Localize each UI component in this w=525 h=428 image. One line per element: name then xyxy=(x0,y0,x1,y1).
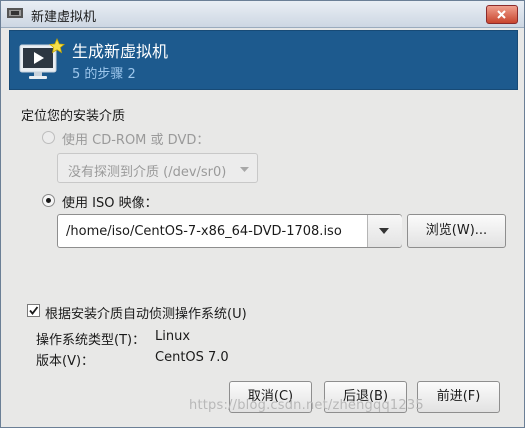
forward-button[interactable]: 前进(F) xyxy=(417,381,500,413)
checkmark-icon xyxy=(29,306,39,315)
chevron-down-icon xyxy=(379,228,389,234)
new-vm-dialog: 新建虚拟机 生成新虚拟机 5 的步骤 2 定位您的安装介质 使用 CD-ROM … xyxy=(0,0,525,428)
wizard-banner: 生成新虚拟机 5 的步骤 2 xyxy=(9,30,518,90)
close-icon xyxy=(497,10,506,19)
os-version-value: CentOS 7.0 xyxy=(155,350,229,365)
cdrom-device-select[interactable]: 没有探测到介质 (/dev/sr0) xyxy=(57,153,258,183)
cdrom-radio-label: 使用 CD-ROM 或 DVD： xyxy=(62,133,210,148)
browse-button[interactable]: 浏览(W)... xyxy=(407,214,506,248)
auto-detect-label: 根据安装介质自动侦测操作系统(U) xyxy=(45,307,247,322)
cdrom-radio[interactable] xyxy=(42,131,55,144)
iso-path-field[interactable]: /home/iso/CentOS-7-x86_64-DVD-1708.iso xyxy=(66,224,342,239)
cdrom-device-value: 没有探测到介质 (/dev/sr0) xyxy=(68,165,227,180)
window-title: 新建虚拟机 xyxy=(31,10,97,25)
wizard-step-indicator: 5 的步骤 2 xyxy=(72,67,136,82)
os-type-value: Linux xyxy=(155,329,191,344)
install-media-section-label: 定位您的安装介质 xyxy=(21,109,126,124)
wizard-title: 生成新虚拟机 xyxy=(72,42,169,61)
title-bar[interactable]: 新建虚拟机 xyxy=(1,1,524,28)
app-icon xyxy=(7,8,23,18)
iso-radio[interactable] xyxy=(42,194,55,207)
new-vm-icon xyxy=(19,38,65,79)
chevron-down-icon xyxy=(240,167,249,172)
os-version-label: 版本(V)： xyxy=(36,354,95,369)
auto-detect-checkbox[interactable] xyxy=(27,304,40,317)
iso-path-combo[interactable]: /home/iso/CentOS-7-x86_64-DVD-1708.iso xyxy=(57,214,402,248)
close-button[interactable] xyxy=(486,5,518,24)
iso-path-dropdown-button[interactable] xyxy=(367,215,402,247)
watermark: https://blog.csdn.net/zhengqq1235 xyxy=(189,398,424,413)
iso-radio-label: 使用 ISO 映像： xyxy=(62,196,158,211)
os-type-label: 操作系统类型(T)： xyxy=(36,333,146,348)
